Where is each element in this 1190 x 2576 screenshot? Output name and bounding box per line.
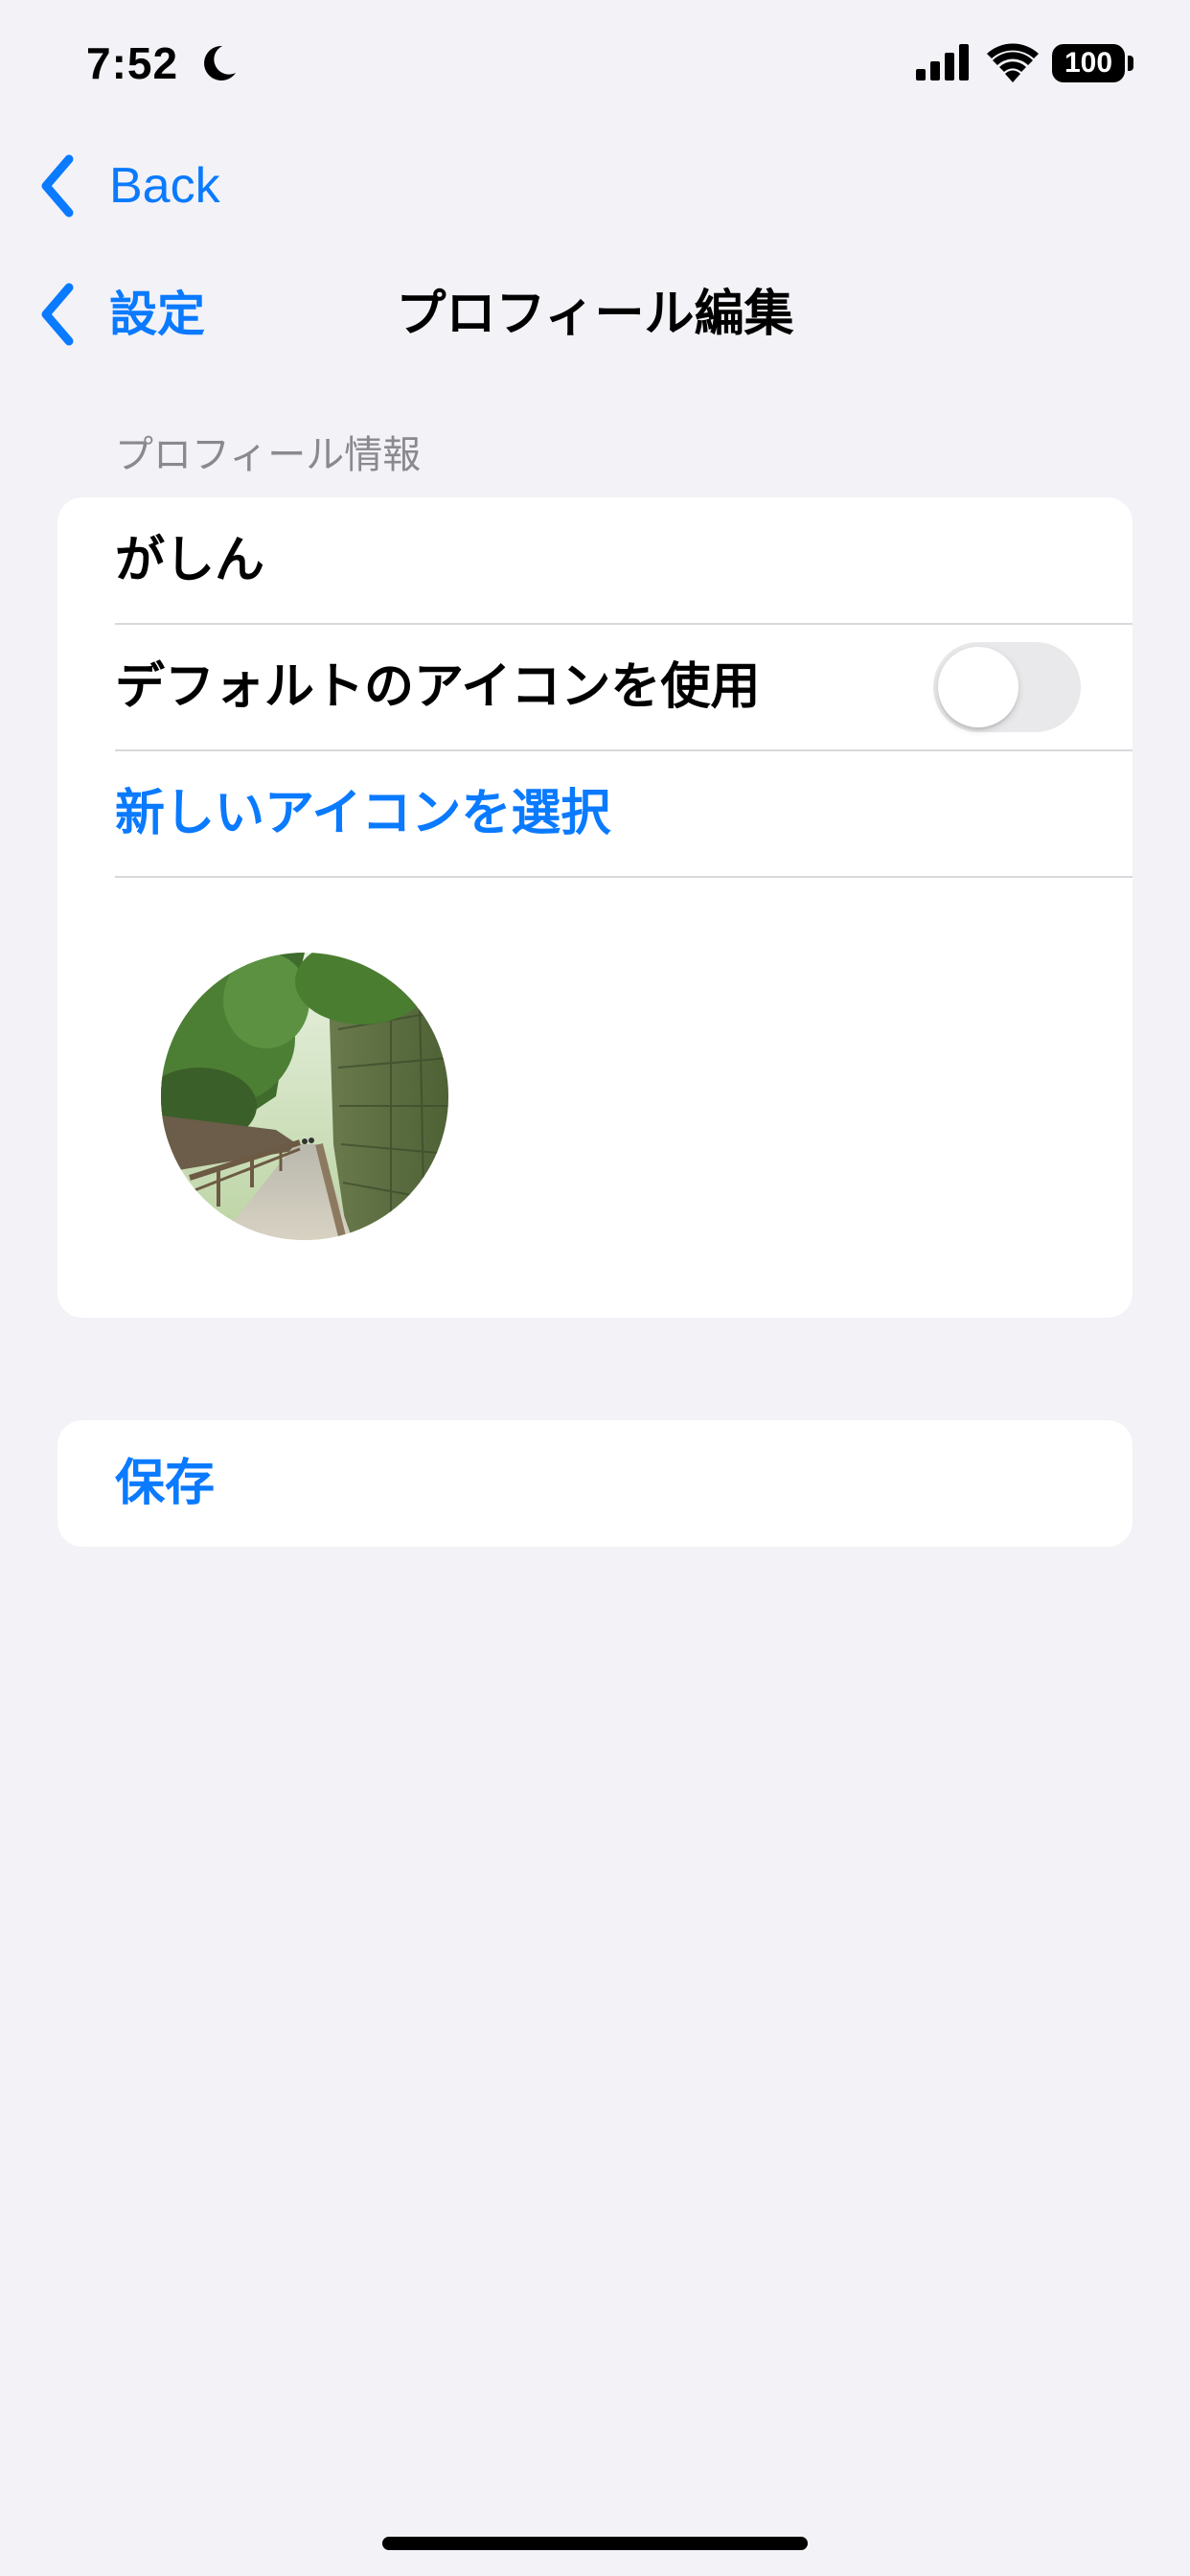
cellular-signal-icon — [916, 44, 969, 80]
save-button[interactable]: 保存 — [57, 1420, 1133, 1547]
default-icon-toggle[interactable] — [933, 642, 1081, 732]
settings-back-button[interactable]: 設定 — [36, 280, 205, 349]
choose-icon-row[interactable]: 新しいアイコンを選択 — [57, 750, 1133, 877]
battery-icon: 100 — [1052, 44, 1125, 82]
settings-back-label: 設定 — [109, 287, 205, 342]
name-value: がしん — [115, 532, 265, 589]
battery-nub — [1128, 56, 1133, 71]
chevron-left-icon — [41, 283, 74, 346]
moon-icon — [204, 45, 236, 80]
name-row[interactable]: がしん — [57, 497, 1133, 624]
wifi-icon — [987, 43, 1039, 82]
save-label: 保存 — [115, 1455, 216, 1512]
profile-card: がしん デフォルトのアイコンを使用 新しいアイコンを選択 — [57, 497, 1133, 1318]
toggle-knob — [938, 647, 1018, 727]
section-header: プロフィール情報 — [115, 433, 422, 477]
avatar-image — [161, 953, 448, 1240]
home-indicator[interactable] — [382, 2537, 808, 2550]
default-icon-label: デフォルトのアイコンを使用 — [115, 658, 761, 716]
back-label: Back — [109, 158, 220, 214]
avatar — [161, 953, 448, 1240]
chevron-left-icon — [41, 154, 74, 218]
back-button[interactable]: Back — [36, 151, 220, 220]
choose-icon-button[interactable]: 新しいアイコンを選択 — [115, 750, 610, 877]
separator — [115, 876, 1133, 878]
status-time: 7:52 — [86, 38, 179, 88]
